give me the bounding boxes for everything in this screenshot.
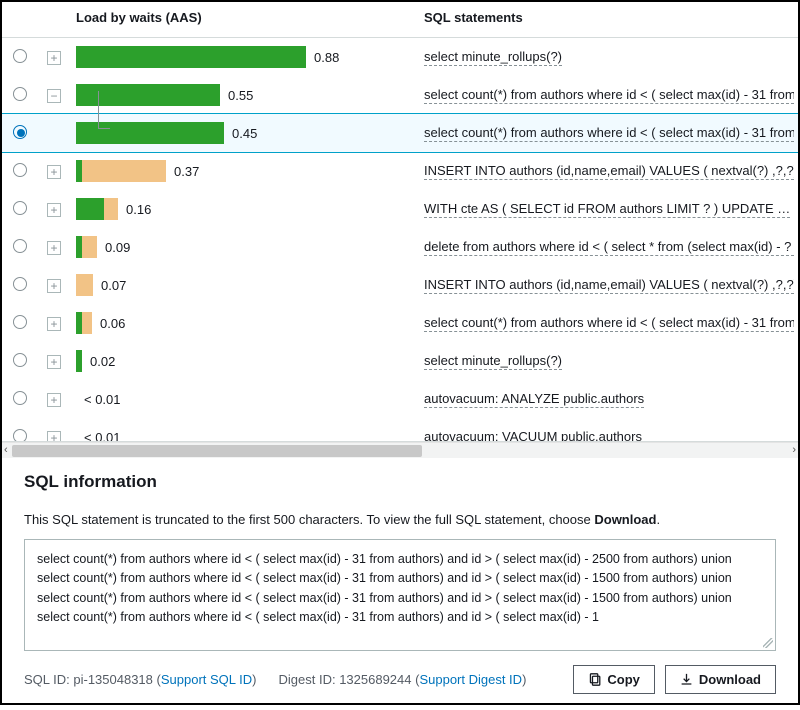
load-value: 0.07	[101, 278, 126, 293]
load-bar	[76, 312, 92, 334]
sql-statement-link[interactable]: select minute_rollups(?)	[424, 49, 562, 66]
table-row[interactable]: + < 0.01 autovacuum: VACUUM public.authors	[2, 418, 798, 442]
load-bar	[76, 46, 306, 68]
row-radio[interactable]	[13, 429, 27, 443]
load-value: 0.37	[174, 164, 199, 179]
expand-icon[interactable]: +	[47, 165, 61, 179]
sql-statement-link[interactable]: autovacuum: VACUUM public.authors	[424, 429, 642, 443]
col-sql[interactable]: SQL statements	[418, 2, 798, 38]
sql-load-table: Load by waits (AAS) SQL statements +0.88…	[2, 2, 798, 442]
row-radio[interactable]	[13, 353, 27, 367]
sql-statement-link[interactable]: autovacuum: ANALYZE public.authors	[424, 391, 644, 408]
table-row[interactable]: +0.16 WITH cte AS ( SELECT id FROM author…	[2, 190, 798, 228]
table-row[interactable]: + < 0.01 autovacuum: ANALYZE public.author…	[2, 380, 798, 418]
load-value: < 0.01	[84, 430, 121, 443]
id-row: SQL ID: pi-135048318 (Support SQL ID) Di…	[24, 672, 526, 687]
load-value: 0.02	[90, 354, 115, 369]
collapse-icon[interactable]: −	[47, 89, 61, 103]
table-row[interactable]: +0.88 select minute_rollups(?)	[2, 38, 798, 77]
table-row[interactable]: +0.37 INSERT INTO authors (id,name,email)…	[2, 152, 798, 190]
row-radio[interactable]	[13, 125, 27, 139]
sql-info-desc: This SQL statement is truncated to the f…	[24, 512, 776, 527]
sql-info-title: SQL information	[24, 472, 776, 492]
expand-icon[interactable]: +	[47, 393, 61, 407]
row-radio[interactable]	[13, 49, 27, 63]
sql-statement-link[interactable]: select count(*) from authors where id < …	[424, 87, 794, 104]
load-value: 0.45	[232, 126, 257, 141]
load-bar	[76, 350, 82, 372]
sql-statement-link[interactable]: WITH cte AS ( SELECT id FROM authors LIM…	[424, 201, 790, 218]
load-bar	[76, 160, 166, 182]
row-radio[interactable]	[13, 315, 27, 329]
row-radio[interactable]	[13, 163, 27, 177]
expand-icon[interactable]: +	[47, 51, 61, 65]
sql-statement-link[interactable]: INSERT INTO authors (id,name,email) VALU…	[424, 163, 794, 180]
sql-statement-link[interactable]: delete from authors where id < ( select …	[424, 239, 794, 256]
resize-handle-icon[interactable]	[763, 638, 773, 648]
sql-statement-link[interactable]: INSERT INTO authors (id,name,email) VALU…	[424, 277, 794, 294]
sql-statement-link[interactable]: select count(*) from authors where id < …	[424, 315, 794, 332]
load-value: 0.09	[105, 240, 130, 255]
expand-icon[interactable]: +	[47, 431, 61, 443]
row-radio[interactable]	[13, 201, 27, 215]
load-value: < 0.01	[84, 392, 121, 407]
load-value: 0.16	[126, 202, 151, 217]
load-bar	[76, 274, 93, 296]
copy-icon	[588, 673, 601, 686]
scroll-left-icon[interactable]: ‹	[4, 444, 8, 456]
load-bar	[76, 198, 118, 220]
download-icon	[680, 673, 693, 686]
sql-info-panel: SQL information This SQL statement is tr…	[2, 458, 798, 710]
load-bar	[76, 236, 97, 258]
child-connector	[98, 91, 110, 129]
horizontal-scrollbar[interactable]: ‹ ›	[2, 442, 798, 458]
row-radio[interactable]	[13, 277, 27, 291]
table-row[interactable]: +0.06 select count(*) from authors where …	[2, 304, 798, 342]
table-row[interactable]: 0.45 select count(*) from authors where i…	[2, 114, 798, 152]
scroll-thumb[interactable]	[12, 445, 422, 457]
expand-icon[interactable]: +	[47, 279, 61, 293]
sql-statement-link[interactable]: select minute_rollups(?)	[424, 353, 562, 370]
support-digest-id-link[interactable]: Support Digest ID	[419, 672, 522, 687]
sql-statement-link[interactable]: select count(*) from authors where id < …	[424, 125, 794, 142]
download-button[interactable]: Download	[665, 665, 776, 694]
copy-button[interactable]: Copy	[573, 665, 655, 694]
col-load[interactable]: Load by waits (AAS)	[70, 2, 418, 38]
expand-icon[interactable]: +	[47, 203, 61, 217]
row-radio[interactable]	[13, 239, 27, 253]
table-row[interactable]: +0.02 select minute_rollups(?)	[2, 342, 798, 380]
scroll-right-icon[interactable]: ›	[792, 444, 796, 456]
table-row[interactable]: +0.09 delete from authors where id < ( se…	[2, 228, 798, 266]
row-radio[interactable]	[13, 391, 27, 405]
table-row[interactable]: +0.07 INSERT INTO authors (id,name,email)…	[2, 266, 798, 304]
table-row[interactable]: − 0.55 select count(*) from authors where …	[2, 76, 798, 114]
load-value: 0.55	[228, 88, 253, 103]
load-value: 0.88	[314, 50, 339, 65]
row-radio[interactable]	[13, 87, 27, 101]
load-value: 0.06	[100, 316, 125, 331]
sql-text-box[interactable]: select count(*) from authors where id < …	[24, 539, 776, 651]
expand-icon[interactable]: +	[47, 241, 61, 255]
expand-icon[interactable]: +	[47, 355, 61, 369]
support-sql-id-link[interactable]: Support SQL ID	[161, 672, 252, 687]
expand-icon[interactable]: +	[47, 317, 61, 331]
sql-load-table-container: Load by waits (AAS) SQL statements +0.88…	[2, 2, 798, 442]
